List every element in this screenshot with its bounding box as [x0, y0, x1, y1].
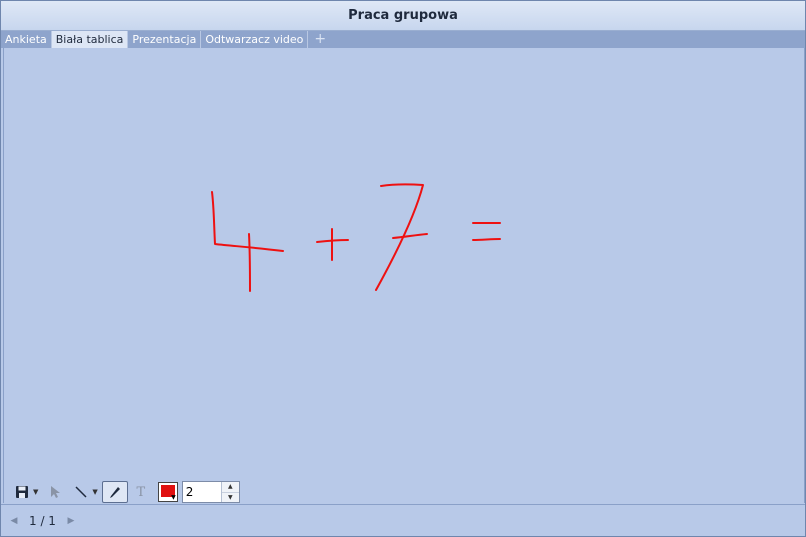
stroke-four-stem	[248, 233, 251, 292]
stroke-width-decrease-icon[interactable]: ▼	[221, 492, 239, 502]
color-dropdown-caret-icon: ▼	[171, 494, 176, 501]
text-tool-icon: T	[136, 484, 146, 500]
text-tool-button[interactable]: T	[128, 481, 154, 503]
select-tool-button[interactable]	[42, 481, 68, 503]
pencil-icon	[109, 487, 120, 498]
stroke-equals-bottom	[472, 238, 501, 241]
whiteboard-canvas[interactable]	[3, 48, 805, 503]
previous-page-icon[interactable]: ◀	[5, 516, 23, 526]
drawing-toolbar: ▼ ▼ T ▼ ▲ ▼	[9, 480, 799, 504]
tab-ankieta[interactable]: Ankieta	[1, 31, 52, 48]
drawing-layer	[211, 183, 501, 292]
pen-color-picker[interactable]: ▼	[157, 482, 178, 502]
whiteboard-window: Praca grupowa Ankieta Biała tablica Prez…	[0, 0, 806, 537]
window-title: Praca grupowa	[1, 1, 805, 31]
pen-tool-button[interactable]	[101, 481, 128, 503]
stroke-width-increase-icon[interactable]: ▲	[221, 482, 239, 493]
tab-bar: Ankieta Biała tablica Prezentacja Odtwar…	[1, 31, 805, 48]
tab-biala-tablica[interactable]: Biała tablica	[51, 31, 129, 48]
save-button[interactable]	[9, 481, 35, 503]
line-icon	[75, 486, 87, 498]
line-tool-button[interactable]	[68, 481, 94, 503]
page-navigation-bar: ◀ 1 / 1 ▶	[1, 504, 805, 536]
stroke-seven-bar	[392, 233, 428, 239]
next-page-icon[interactable]: ▶	[62, 516, 80, 526]
tab-odtwarzacz-video[interactable]: Odtwarzacz video	[201, 31, 309, 48]
stroke-four-left	[211, 191, 284, 252]
tab-prezentacja[interactable]: Prezentacja	[128, 31, 202, 48]
page-indicator: 1 / 1	[29, 514, 56, 528]
stroke-width-input[interactable]	[182, 482, 221, 502]
stroke-width-stepper[interactable]: ▲ ▼	[181, 481, 240, 503]
add-tab-button[interactable]: +	[308, 31, 332, 48]
floppy-disk-icon	[16, 486, 28, 498]
cursor-arrow-icon	[51, 486, 61, 498]
